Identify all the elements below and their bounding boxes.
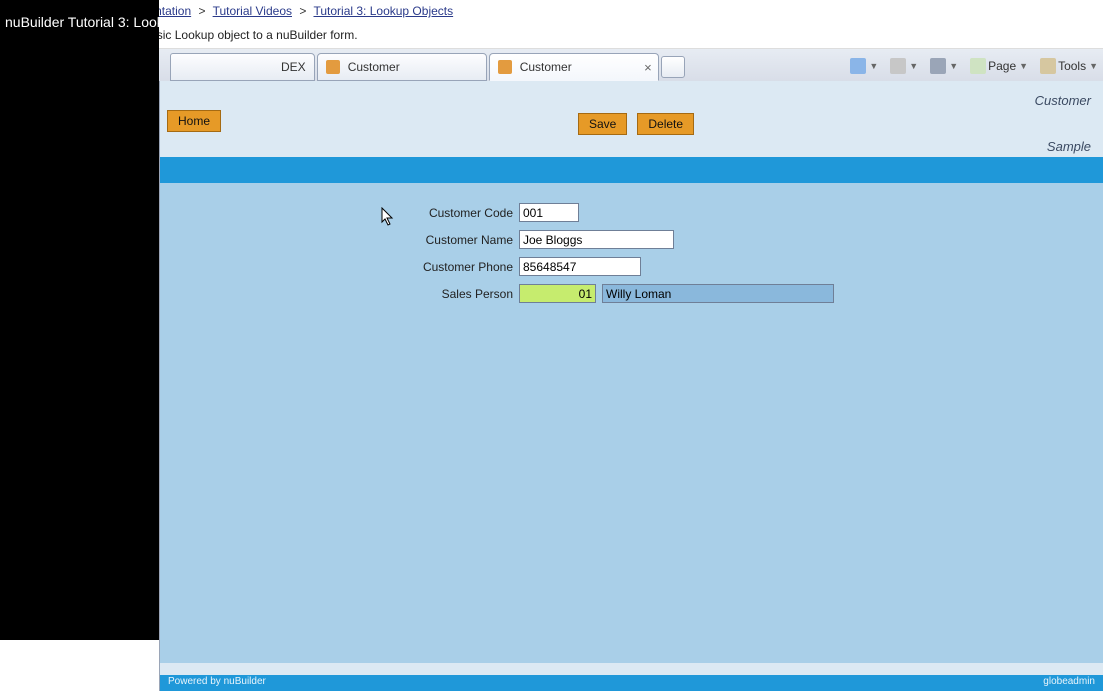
tools-button[interactable]: Tools▼: [1038, 56, 1100, 76]
dropdown-icon[interactable]: ▼: [1089, 61, 1098, 71]
form-body: Customer Code Customer Name Customer Pho…: [160, 183, 1103, 663]
print-icon: [930, 58, 946, 74]
sales-person-lookup-code[interactable]: [519, 284, 596, 303]
save-button[interactable]: Save: [578, 113, 627, 135]
dropdown-icon[interactable]: ▼: [1019, 61, 1028, 71]
ie-command-bar: ▼ ▼ ▼ Page▼ Tools▼: [848, 56, 1100, 76]
nubuilder-favicon-icon: [498, 60, 512, 74]
video-title-overlay: nuBuilder Tutorial 3: Lookup Objects: [0, 0, 159, 640]
customer-name-label: Customer Name: [323, 233, 513, 247]
rss-button[interactable]: ▼: [888, 56, 920, 76]
doc-breadcrumb: (6.3) nuBuilder Documentation > Tutorial…: [0, 0, 1103, 25]
form-header: Home Save Delete Customer Sample: [160, 81, 1103, 157]
tools-icon: [1040, 58, 1056, 74]
dropdown-icon[interactable]: ▼: [869, 61, 878, 71]
home-button[interactable]: Home: [167, 110, 221, 132]
breadcrumb-sep: >: [299, 4, 306, 18]
dropdown-icon[interactable]: ▼: [949, 61, 958, 71]
form-breadcrumb-customer: Customer: [1035, 93, 1091, 108]
rss-icon: [890, 58, 906, 74]
status-bar: Powered by nuBuilder globeadmin: [160, 675, 1103, 691]
tab-customer-2[interactable]: Customer ×: [489, 53, 659, 81]
powered-by: Powered by nuBuilder: [168, 676, 266, 690]
breadcrumb-sep: >: [198, 4, 205, 18]
customer-name-input[interactable]: [519, 230, 674, 249]
page-icon: [970, 58, 986, 74]
browser-tabstrip: DEX Customer Customer × ▼ ▼ ▼ Page▼ Tool…: [0, 49, 1103, 85]
new-tab-button[interactable]: [661, 56, 685, 78]
home-button[interactable]: ▼: [848, 56, 880, 76]
customer-phone-label: Customer Phone: [323, 260, 513, 274]
page-label: Page: [988, 59, 1016, 73]
page-button[interactable]: Page▼: [968, 56, 1030, 76]
close-tab-icon[interactable]: ×: [644, 60, 652, 75]
sales-person-lookup-display[interactable]: [602, 284, 834, 303]
sales-person-label: Sales Person: [323, 287, 513, 301]
tab-label: Customer: [348, 60, 400, 74]
tab-label: DEX: [281, 60, 306, 74]
tools-label: Tools: [1058, 59, 1086, 73]
tab-index[interactable]: DEX: [170, 53, 315, 81]
breadcrumb-videos-link[interactable]: Tutorial Videos: [213, 4, 292, 18]
dropdown-icon[interactable]: ▼: [909, 61, 918, 71]
form-breadcrumb-sample: Sample: [1047, 139, 1091, 154]
tab-customer-1[interactable]: Customer: [317, 53, 487, 81]
print-button[interactable]: ▼: [928, 56, 960, 76]
nubuilder-app: Home Save Delete Customer Sample Custome…: [159, 81, 1103, 691]
form-tab-band: [160, 157, 1103, 183]
customer-phone-input[interactable]: [519, 257, 641, 276]
login-name: globeadmin: [1043, 676, 1095, 690]
tutorial-description: n this tutorial we will add a basic Look…: [0, 25, 1103, 49]
delete-button[interactable]: Delete: [637, 113, 694, 135]
home-icon: [850, 58, 866, 74]
customer-code-input[interactable]: [519, 203, 579, 222]
breadcrumb-tutorial-link[interactable]: Tutorial 3: Lookup Objects: [313, 4, 453, 18]
tab-label: Customer: [520, 60, 572, 74]
video-title: nuBuilder Tutorial 3: Lookup Objects: [5, 14, 159, 30]
nubuilder-favicon-icon: [326, 60, 340, 74]
customer-code-label: Customer Code: [323, 206, 513, 220]
